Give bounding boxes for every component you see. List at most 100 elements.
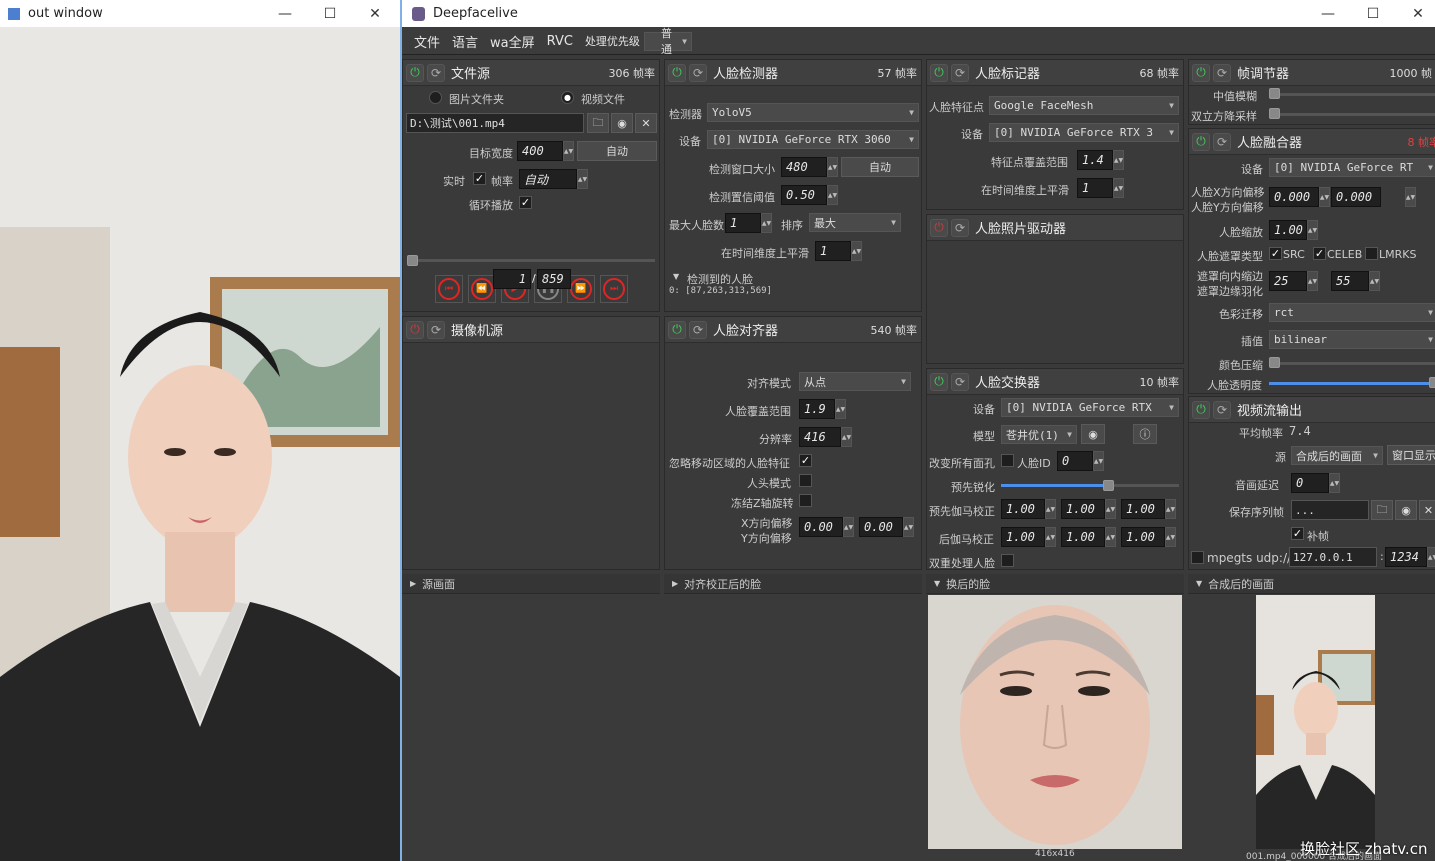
spin-arrows-icon[interactable]: ▲▼ (1165, 499, 1176, 519)
bicubic-slider[interactable] (1273, 113, 1435, 116)
clear-icon[interactable]: ✕ (1419, 500, 1435, 520)
window-size-input[interactable]: 480 (781, 157, 827, 177)
info-icon[interactable]: ⓘ (1133, 424, 1157, 444)
save-seq-path-input[interactable]: ... (1291, 500, 1369, 520)
power-icon[interactable]: ⏻ (930, 372, 948, 391)
menu-language[interactable]: 语言 (452, 32, 478, 51)
spin-arrows-icon[interactable]: ▲▼ (835, 399, 846, 419)
spin-arrows-icon[interactable]: ▲▼ (761, 213, 772, 233)
spin-arrows-icon[interactable]: ▲▼ (827, 157, 838, 177)
target-width-input[interactable]: 400 (517, 141, 563, 161)
folder-open-icon[interactable]: 🗀 (587, 113, 609, 133)
postgamma-r-input[interactable]: 1.00 (1001, 527, 1045, 547)
color-compress-slider-thumb[interactable] (1269, 357, 1280, 368)
spin-arrows-icon[interactable]: ▲▼ (1165, 527, 1176, 547)
device-select[interactable]: [0] NVIDIA GeForce RTX 3 ▼ (989, 123, 1179, 142)
power-icon[interactable]: ⏻ (668, 320, 686, 339)
video-file-radio[interactable]: ● (561, 91, 574, 104)
next-frame-button[interactable]: ⏩ (567, 275, 595, 303)
erode-input[interactable]: 25 (1269, 271, 1307, 291)
pregamma-g-input[interactable]: 1.00 (1061, 499, 1105, 519)
spin-arrows-icon[interactable]: ▲▼ (1093, 451, 1104, 471)
ignore-moving-checkbox[interactable]: ✓ (799, 454, 812, 467)
color-compress-slider[interactable] (1273, 362, 1435, 365)
postgamma-g-input[interactable]: 1.00 (1061, 527, 1105, 547)
merged-frame-view-header[interactable]: ▼ 合成后的画面 (1188, 574, 1435, 594)
mpegts-checkbox[interactable] (1191, 551, 1204, 564)
refresh-icon[interactable]: ⟳ (951, 218, 969, 237)
two-pass-checkbox[interactable] (1001, 554, 1014, 567)
interp-select[interactable]: bilinear ▼ (1269, 330, 1435, 349)
power-icon[interactable]: ⏻ (930, 63, 948, 82)
folder-open-icon[interactable]: 🗀 (1371, 500, 1393, 520)
y-offset-input[interactable]: 0.000 (1331, 187, 1381, 207)
spin-arrows-icon[interactable]: ▲▼ (1307, 220, 1318, 240)
spin-arrows-icon[interactable]: ▲▼ (563, 141, 574, 161)
loop-checkbox[interactable]: ✓ (519, 196, 532, 209)
threshold-input[interactable]: 0.50 (781, 185, 827, 205)
smooth-input[interactable]: 1 (815, 241, 851, 261)
mask-lmrks-checkbox[interactable] (1365, 247, 1378, 260)
spin-arrows-icon[interactable]: ▲▼ (903, 517, 914, 537)
refresh-icon[interactable]: ⟳ (689, 63, 707, 82)
detector-select[interactable]: YoloV5 ▼ (707, 103, 919, 122)
pregamma-b-input[interactable]: 1.00 (1121, 499, 1165, 519)
spin-arrows-icon[interactable]: ▲▼ (841, 427, 852, 447)
coverage-input[interactable]: 1.9 (799, 399, 835, 419)
prev-frame-button[interactable]: ⏪ (468, 275, 496, 303)
opacity-slider-thumb[interactable] (1429, 377, 1435, 388)
model-select[interactable]: 苍井优(1) ▼ (1001, 425, 1077, 444)
spin-arrows-icon[interactable]: ▲▼ (1105, 527, 1116, 547)
eye-icon[interactable]: ◉ (1395, 500, 1417, 520)
power-icon[interactable]: ⏻ (1192, 63, 1210, 82)
refresh-icon[interactable]: ⟳ (689, 320, 707, 339)
mpegts-port-input[interactable]: 1234 (1385, 547, 1427, 567)
menu-file[interactable]: 文件 (414, 32, 440, 51)
blur-input[interactable]: 55 (1331, 271, 1369, 291)
priority-select[interactable]: 普通 ▼ (643, 27, 692, 56)
menu-rvc[interactable]: RVC (547, 34, 573, 49)
spin-arrows-icon[interactable]: ▲▼ (1319, 187, 1330, 207)
pregamma-r-input[interactable]: 1.00 (1001, 499, 1045, 519)
maximize-icon[interactable]: ☐ (307, 0, 353, 27)
window-show-button[interactable]: 窗口显示 (1387, 445, 1435, 465)
audio-delay-input[interactable]: 0 (1291, 473, 1329, 493)
presharpen-slider[interactable] (1001, 484, 1105, 487)
spin-arrows-icon[interactable]: ▲▼ (1045, 499, 1056, 519)
refresh-icon[interactable]: ⟳ (1213, 63, 1231, 82)
first-frame-button[interactable]: ⏮ (435, 275, 463, 303)
spin-arrows-icon[interactable]: ▲▼ (1307, 271, 1318, 291)
close-icon[interactable]: ✕ (352, 0, 398, 27)
landmarks-select[interactable]: Google FaceMesh ▼ (989, 96, 1179, 115)
scale-input[interactable]: 1.00 (1269, 220, 1307, 240)
refresh-icon[interactable]: ⟳ (427, 63, 445, 82)
eye-icon[interactable]: ◉ (1081, 424, 1105, 444)
aligned-face-view-header[interactable]: ▶ 对齐校正后的脸 (664, 574, 922, 594)
y-offset-input[interactable]: 0.00 (859, 517, 903, 537)
close-icon[interactable]: ✕ (1395, 0, 1435, 27)
image-folder-radio[interactable] (429, 91, 442, 104)
refresh-icon[interactable]: ⟳ (951, 372, 969, 391)
presharpen-slider-thumb[interactable] (1103, 480, 1114, 491)
mpegts-host-input[interactable]: 127.0.0.1 (1289, 547, 1377, 567)
seek-slider-thumb[interactable] (407, 255, 418, 266)
auto-window-button[interactable]: 自动 (841, 157, 919, 177)
refresh-icon[interactable]: ⟳ (427, 320, 445, 339)
clear-icon[interactable]: ✕ (635, 113, 657, 133)
maximize-icon[interactable]: ☐ (1350, 0, 1396, 27)
file-path-input[interactable]: D:\测试\001.mp4 (406, 113, 584, 133)
spin-arrows-icon[interactable]: ▲▼ (577, 169, 588, 189)
refresh-icon[interactable]: ⟳ (1213, 400, 1231, 419)
realtime-checkbox[interactable]: ✓ (473, 172, 486, 185)
device-select[interactable]: [0] NVIDIA GeForce RT ▼ (1269, 158, 1435, 177)
source-frame-view-header[interactable]: ▶ 源画面 (402, 574, 660, 594)
color-transfer-select[interactable]: rct ▼ (1269, 303, 1435, 322)
spin-arrows-icon[interactable]: ▲▼ (1045, 527, 1056, 547)
spin-arrows-icon[interactable]: ▲▼ (1113, 150, 1124, 170)
power-icon[interactable]: ⏻ (1192, 400, 1210, 419)
power-icon[interactable]: ⏻ (930, 218, 948, 237)
x-offset-input[interactable]: 0.000 (1269, 187, 1319, 207)
bicubic-slider-thumb[interactable] (1269, 108, 1280, 119)
power-icon[interactable]: ⏻ (406, 320, 424, 339)
device-select[interactable]: [0] NVIDIA GeForce RTX 3060 ▼ (707, 130, 919, 149)
